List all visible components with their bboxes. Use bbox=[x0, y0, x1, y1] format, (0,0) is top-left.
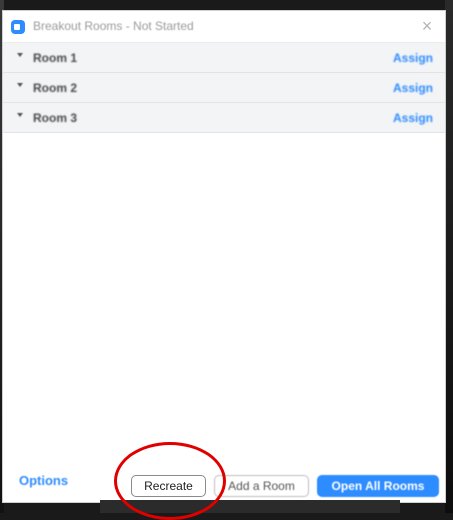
assign-link[interactable]: Assign bbox=[393, 81, 433, 95]
window-title: Breakout Rooms - Not Started bbox=[33, 19, 194, 33]
footer: Options Recreate Add a Room Open All Roo… bbox=[3, 458, 445, 502]
room-name: Room 3 bbox=[33, 111, 78, 125]
chevron-down-icon[interactable] bbox=[17, 113, 23, 117]
recreate-button[interactable]: Recreate bbox=[131, 475, 206, 497]
breakout-rooms-window: Breakout Rooms - Not Started × Room 1 As… bbox=[2, 10, 446, 503]
add-room-button[interactable]: Add a Room bbox=[214, 475, 309, 497]
room-name: Room 1 bbox=[33, 51, 78, 65]
background-right bbox=[445, 0, 453, 513]
open-all-rooms-button[interactable]: Open All Rooms bbox=[317, 475, 439, 497]
room-row[interactable]: Room 1 Assign bbox=[3, 43, 445, 73]
room-name: Room 2 bbox=[33, 81, 78, 95]
chevron-down-icon[interactable] bbox=[17, 83, 23, 87]
zoom-app-icon bbox=[11, 20, 25, 34]
background-bottom bbox=[100, 500, 400, 513]
room-row[interactable]: Room 2 Assign bbox=[3, 73, 445, 103]
options-link[interactable]: Options bbox=[19, 473, 68, 488]
close-icon[interactable]: × bbox=[417, 15, 437, 37]
assign-link[interactable]: Assign bbox=[393, 111, 433, 125]
assign-link[interactable]: Assign bbox=[393, 51, 433, 65]
chevron-down-icon[interactable] bbox=[17, 53, 23, 57]
room-row[interactable]: Room 3 Assign bbox=[3, 103, 445, 133]
rooms-list: Room 1 Assign Room 2 Assign Room 3 Assig… bbox=[3, 43, 445, 133]
title-bar: Breakout Rooms - Not Started × bbox=[3, 11, 445, 43]
